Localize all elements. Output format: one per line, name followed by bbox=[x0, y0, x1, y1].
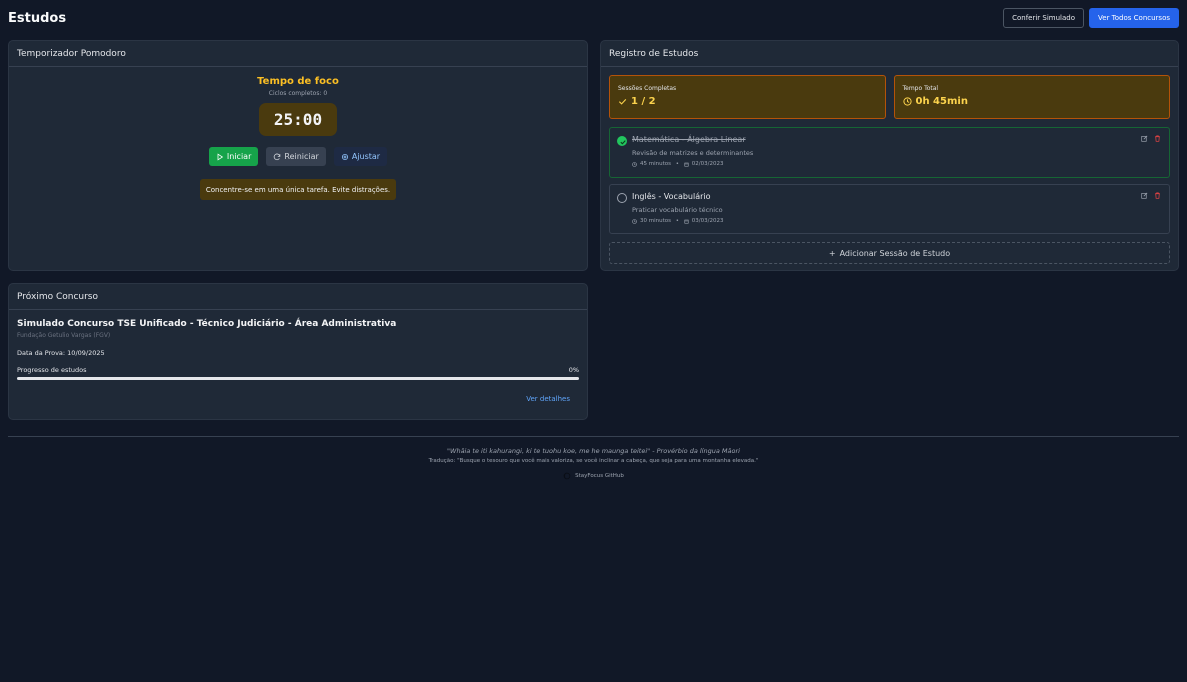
plus-icon: + bbox=[828, 248, 836, 258]
footer-quote: "Whāia te iti kahurangi, ki te tuohu koe… bbox=[447, 447, 740, 455]
conferir-simulado-button[interactable]: Conferir Simulado bbox=[1003, 8, 1085, 28]
session-title: Inglês - Vocabulário bbox=[632, 192, 711, 201]
exam-progress-header: Progresso de estudos 0% bbox=[17, 366, 579, 374]
session-title: Matemática - Álgebra Linear bbox=[632, 135, 746, 144]
session-duration: 45 minutos bbox=[640, 161, 671, 167]
session-description: Revisão de matrizes e determinantes bbox=[632, 149, 754, 157]
stat-total-time-value: 0h 45min bbox=[915, 96, 968, 107]
stat-completed-sessions-value: 1 / 2 bbox=[631, 96, 656, 107]
github-link[interactable]: StayFocus GitHub bbox=[8, 472, 1179, 480]
next-exam-card: Próximo Concurso Simulado Concurso TSE U… bbox=[8, 283, 588, 420]
study-stats: Sessões Completas 1 / 2 Tempo Total 0h 4… bbox=[601, 67, 1178, 119]
clock-icon bbox=[632, 218, 637, 224]
add-study-session-button[interactable]: + Adicionar Sessão de Estudo bbox=[609, 242, 1170, 264]
github-icon bbox=[563, 472, 571, 480]
session-complete-checkbox[interactable] bbox=[617, 193, 627, 203]
exam-organizer: Fundação Getulio Vargas (FGV) bbox=[17, 332, 111, 339]
session-meta: 45 minutos • 02/03/2023 bbox=[632, 161, 1169, 167]
session-description: Praticar vocabulário técnico bbox=[632, 206, 723, 214]
header-actions: Conferir Simulado Ver Todos Concursos bbox=[1003, 8, 1179, 28]
gear-icon bbox=[341, 153, 348, 160]
stat-total-time-label: Tempo Total bbox=[902, 85, 939, 92]
page-title: Estudos bbox=[8, 10, 67, 26]
study-session-item: Matemática - Álgebra Linear Revisão de m… bbox=[609, 127, 1170, 178]
play-icon bbox=[217, 152, 224, 161]
stat-total-time: Tempo Total 0h 45min bbox=[893, 75, 1170, 119]
study-session-item: Inglês - Vocabulário Praticar vocabulári… bbox=[609, 184, 1170, 234]
start-button[interactable]: Iniciar bbox=[208, 147, 259, 166]
meta-separator: • bbox=[674, 218, 681, 224]
pomodoro-card-title: Temporizador Pomodoro bbox=[9, 41, 587, 67]
edit-icon[interactable] bbox=[1141, 192, 1148, 199]
pomodoro-tip: Concentre-se em uma única tarefa. Evite … bbox=[199, 179, 397, 200]
session-actions bbox=[1141, 192, 1161, 199]
meta-separator: • bbox=[674, 161, 681, 167]
trash-icon[interactable] bbox=[1154, 192, 1161, 199]
adjust-button-label: Ajustar bbox=[351, 152, 381, 161]
ver-todos-concursos-button[interactable]: Ver Todos Concursos bbox=[1089, 8, 1179, 28]
study-log-title: Registro de Estudos bbox=[601, 41, 1178, 67]
exam-date-label: Data da Prova: bbox=[17, 349, 66, 357]
session-date: 02/03/2023 bbox=[691, 161, 724, 167]
footer: "Whāia te iti kahurangi, ki te tuohu koe… bbox=[8, 436, 1179, 480]
github-link-label: StayFocus GitHub bbox=[575, 473, 624, 479]
footer-translation: Tradução: "Busque o tesouro que você mai… bbox=[428, 458, 759, 464]
view-details-link[interactable]: Ver detalhes bbox=[17, 395, 579, 403]
exam-date-value: 10/09/2025 bbox=[67, 349, 105, 357]
pomodoro-cycles: Ciclos completos: 0 bbox=[268, 90, 328, 97]
reset-button-label: Reiniciar bbox=[284, 152, 319, 161]
edit-icon[interactable] bbox=[1141, 135, 1148, 142]
start-button-label: Iniciar bbox=[226, 152, 252, 161]
session-duration: 30 minutos bbox=[640, 218, 671, 224]
pomodoro-mode: Tempo de foco bbox=[257, 76, 339, 87]
progress-bar bbox=[17, 377, 579, 380]
progress-label: Progresso de estudos bbox=[17, 366, 87, 374]
calendar-icon bbox=[684, 162, 689, 167]
next-exam-title: Próximo Concurso bbox=[9, 284, 587, 310]
progress-value: 0% bbox=[568, 366, 579, 374]
clock-icon bbox=[632, 161, 637, 167]
stat-completed-sessions-label: Sessões Completas bbox=[618, 85, 677, 92]
pomodoro-card: Temporizador Pomodoro Tempo de foco Cicl… bbox=[8, 40, 588, 271]
session-complete-checkbox[interactable] bbox=[617, 136, 627, 146]
refresh-icon bbox=[274, 153, 281, 160]
study-log-card: Registro de Estudos Sessões Completas 1 … bbox=[600, 40, 1179, 271]
session-date: 03/03/2023 bbox=[691, 218, 724, 224]
exam-name: Simulado Concurso TSE Unificado - Técnic… bbox=[17, 319, 397, 329]
add-study-session-label: Adicionar Sessão de Estudo bbox=[839, 248, 951, 258]
clock-icon bbox=[902, 97, 912, 106]
adjust-button[interactable]: Ajustar bbox=[333, 147, 388, 166]
page-header: Estudos Conferir Simulado Ver Todos Conc… bbox=[8, 8, 1179, 28]
pomodoro-controls: Iniciar Reiniciar Ajustar bbox=[208, 147, 388, 166]
session-actions bbox=[1141, 135, 1161, 142]
exam-date: Data da Prova: 10/09/2025 bbox=[17, 349, 579, 357]
session-meta: 30 minutos • 03/03/2023 bbox=[632, 218, 1169, 224]
pomodoro-timer: 25:00 bbox=[259, 103, 337, 136]
check-icon bbox=[620, 140, 626, 145]
calendar-icon bbox=[684, 219, 689, 224]
stat-completed-sessions: Sessões Completas 1 / 2 bbox=[609, 75, 886, 119]
trash-icon[interactable] bbox=[1154, 135, 1161, 142]
reset-button[interactable]: Reiniciar bbox=[266, 147, 326, 166]
check-icon bbox=[618, 98, 627, 105]
